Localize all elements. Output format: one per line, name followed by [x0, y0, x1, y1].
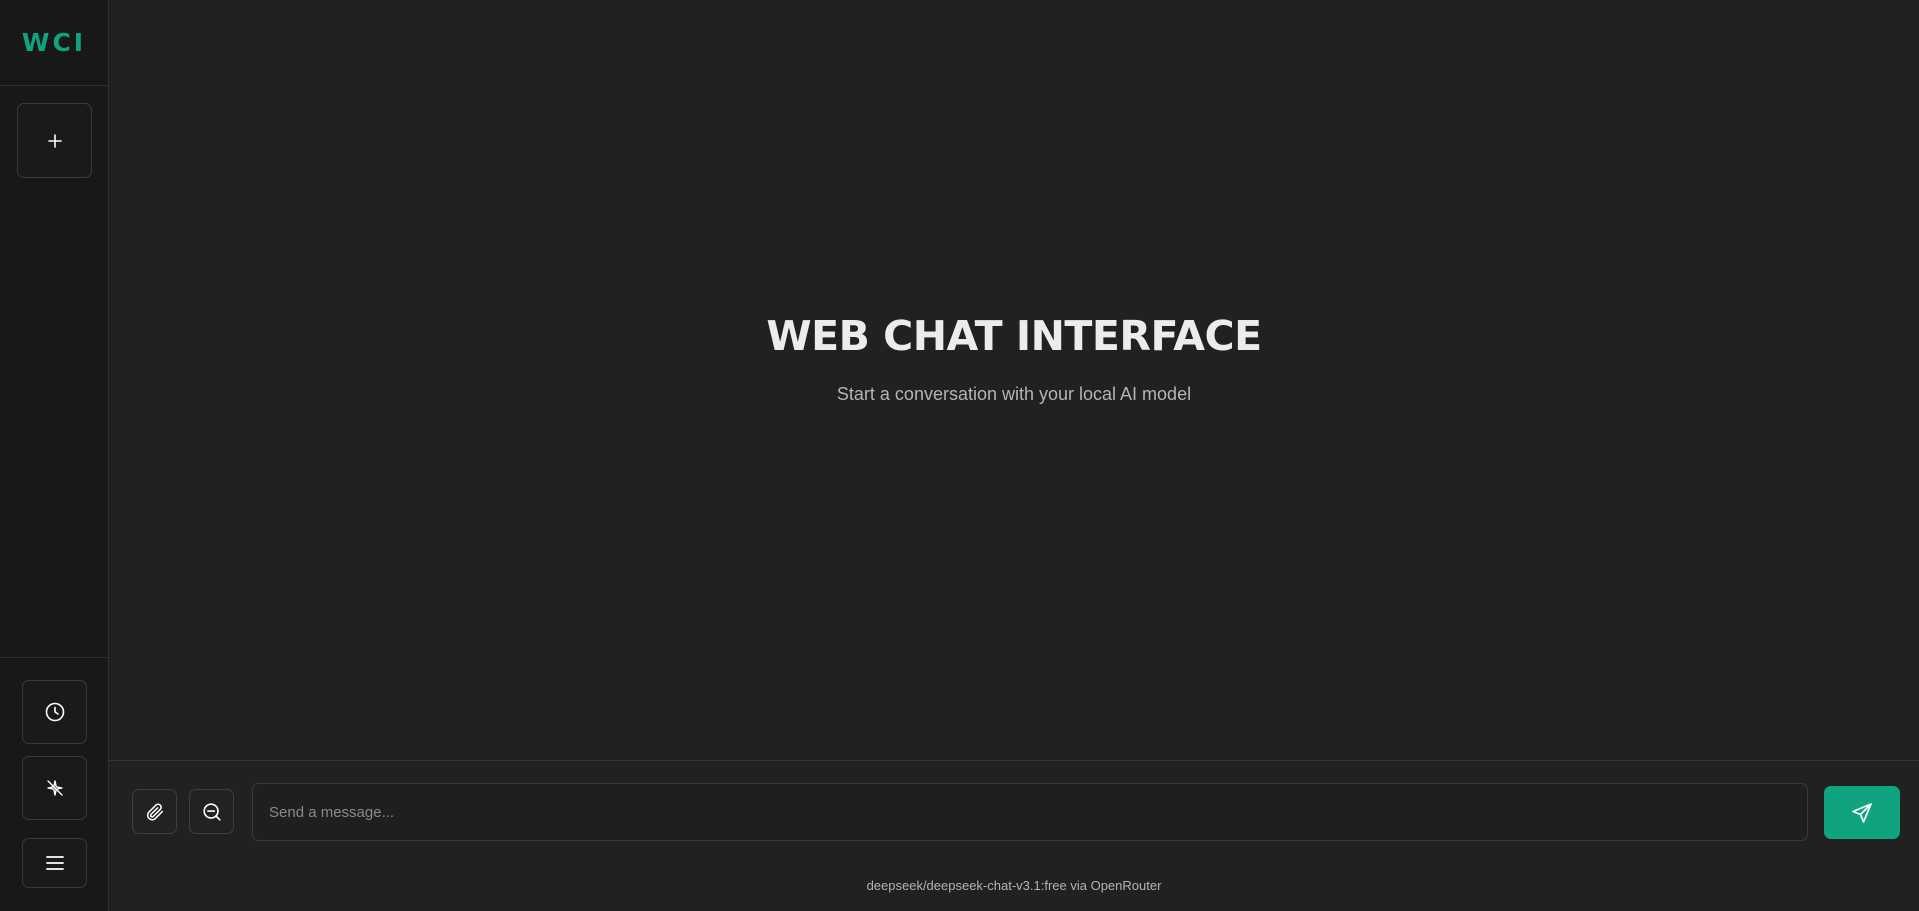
welcome-subtitle: Start a conversation with your local AI … [836, 384, 1192, 404]
plus-icon [47, 133, 62, 148]
send-icon [1850, 801, 1874, 825]
welcome-title: WEB CHAT INTERFACE [766, 312, 1262, 360]
composer-divider [109, 760, 1919, 761]
hamburger-menu-icon [45, 855, 65, 871]
zoom-out-button[interactable] [189, 789, 234, 834]
clock-icon [44, 701, 66, 723]
message-input[interactable] [252, 783, 1808, 841]
main-area: WEB CHAT INTERFACE Start a conversation … [109, 0, 1919, 911]
sidebar-divider [0, 657, 108, 658]
sparkle-icon [44, 777, 66, 799]
zoom-out-icon [201, 801, 223, 823]
model-settings-button[interactable] [22, 756, 87, 820]
new-chat-button[interactable] [17, 103, 92, 178]
paperclip-icon [144, 801, 166, 823]
model-info: deepseek/deepseek-chat-v3.1:free via Ope… [866, 878, 1162, 893]
menu-button[interactable] [22, 838, 87, 888]
send-button[interactable] [1824, 786, 1900, 839]
app-root: WCI WEB CHAT INTERFACE Start a conversat… [0, 0, 1919, 911]
attach-file-button[interactable] [132, 789, 177, 834]
sidebar: WCI [0, 0, 109, 911]
history-button[interactable] [22, 680, 87, 744]
app-logo: WCI [0, 0, 108, 86]
